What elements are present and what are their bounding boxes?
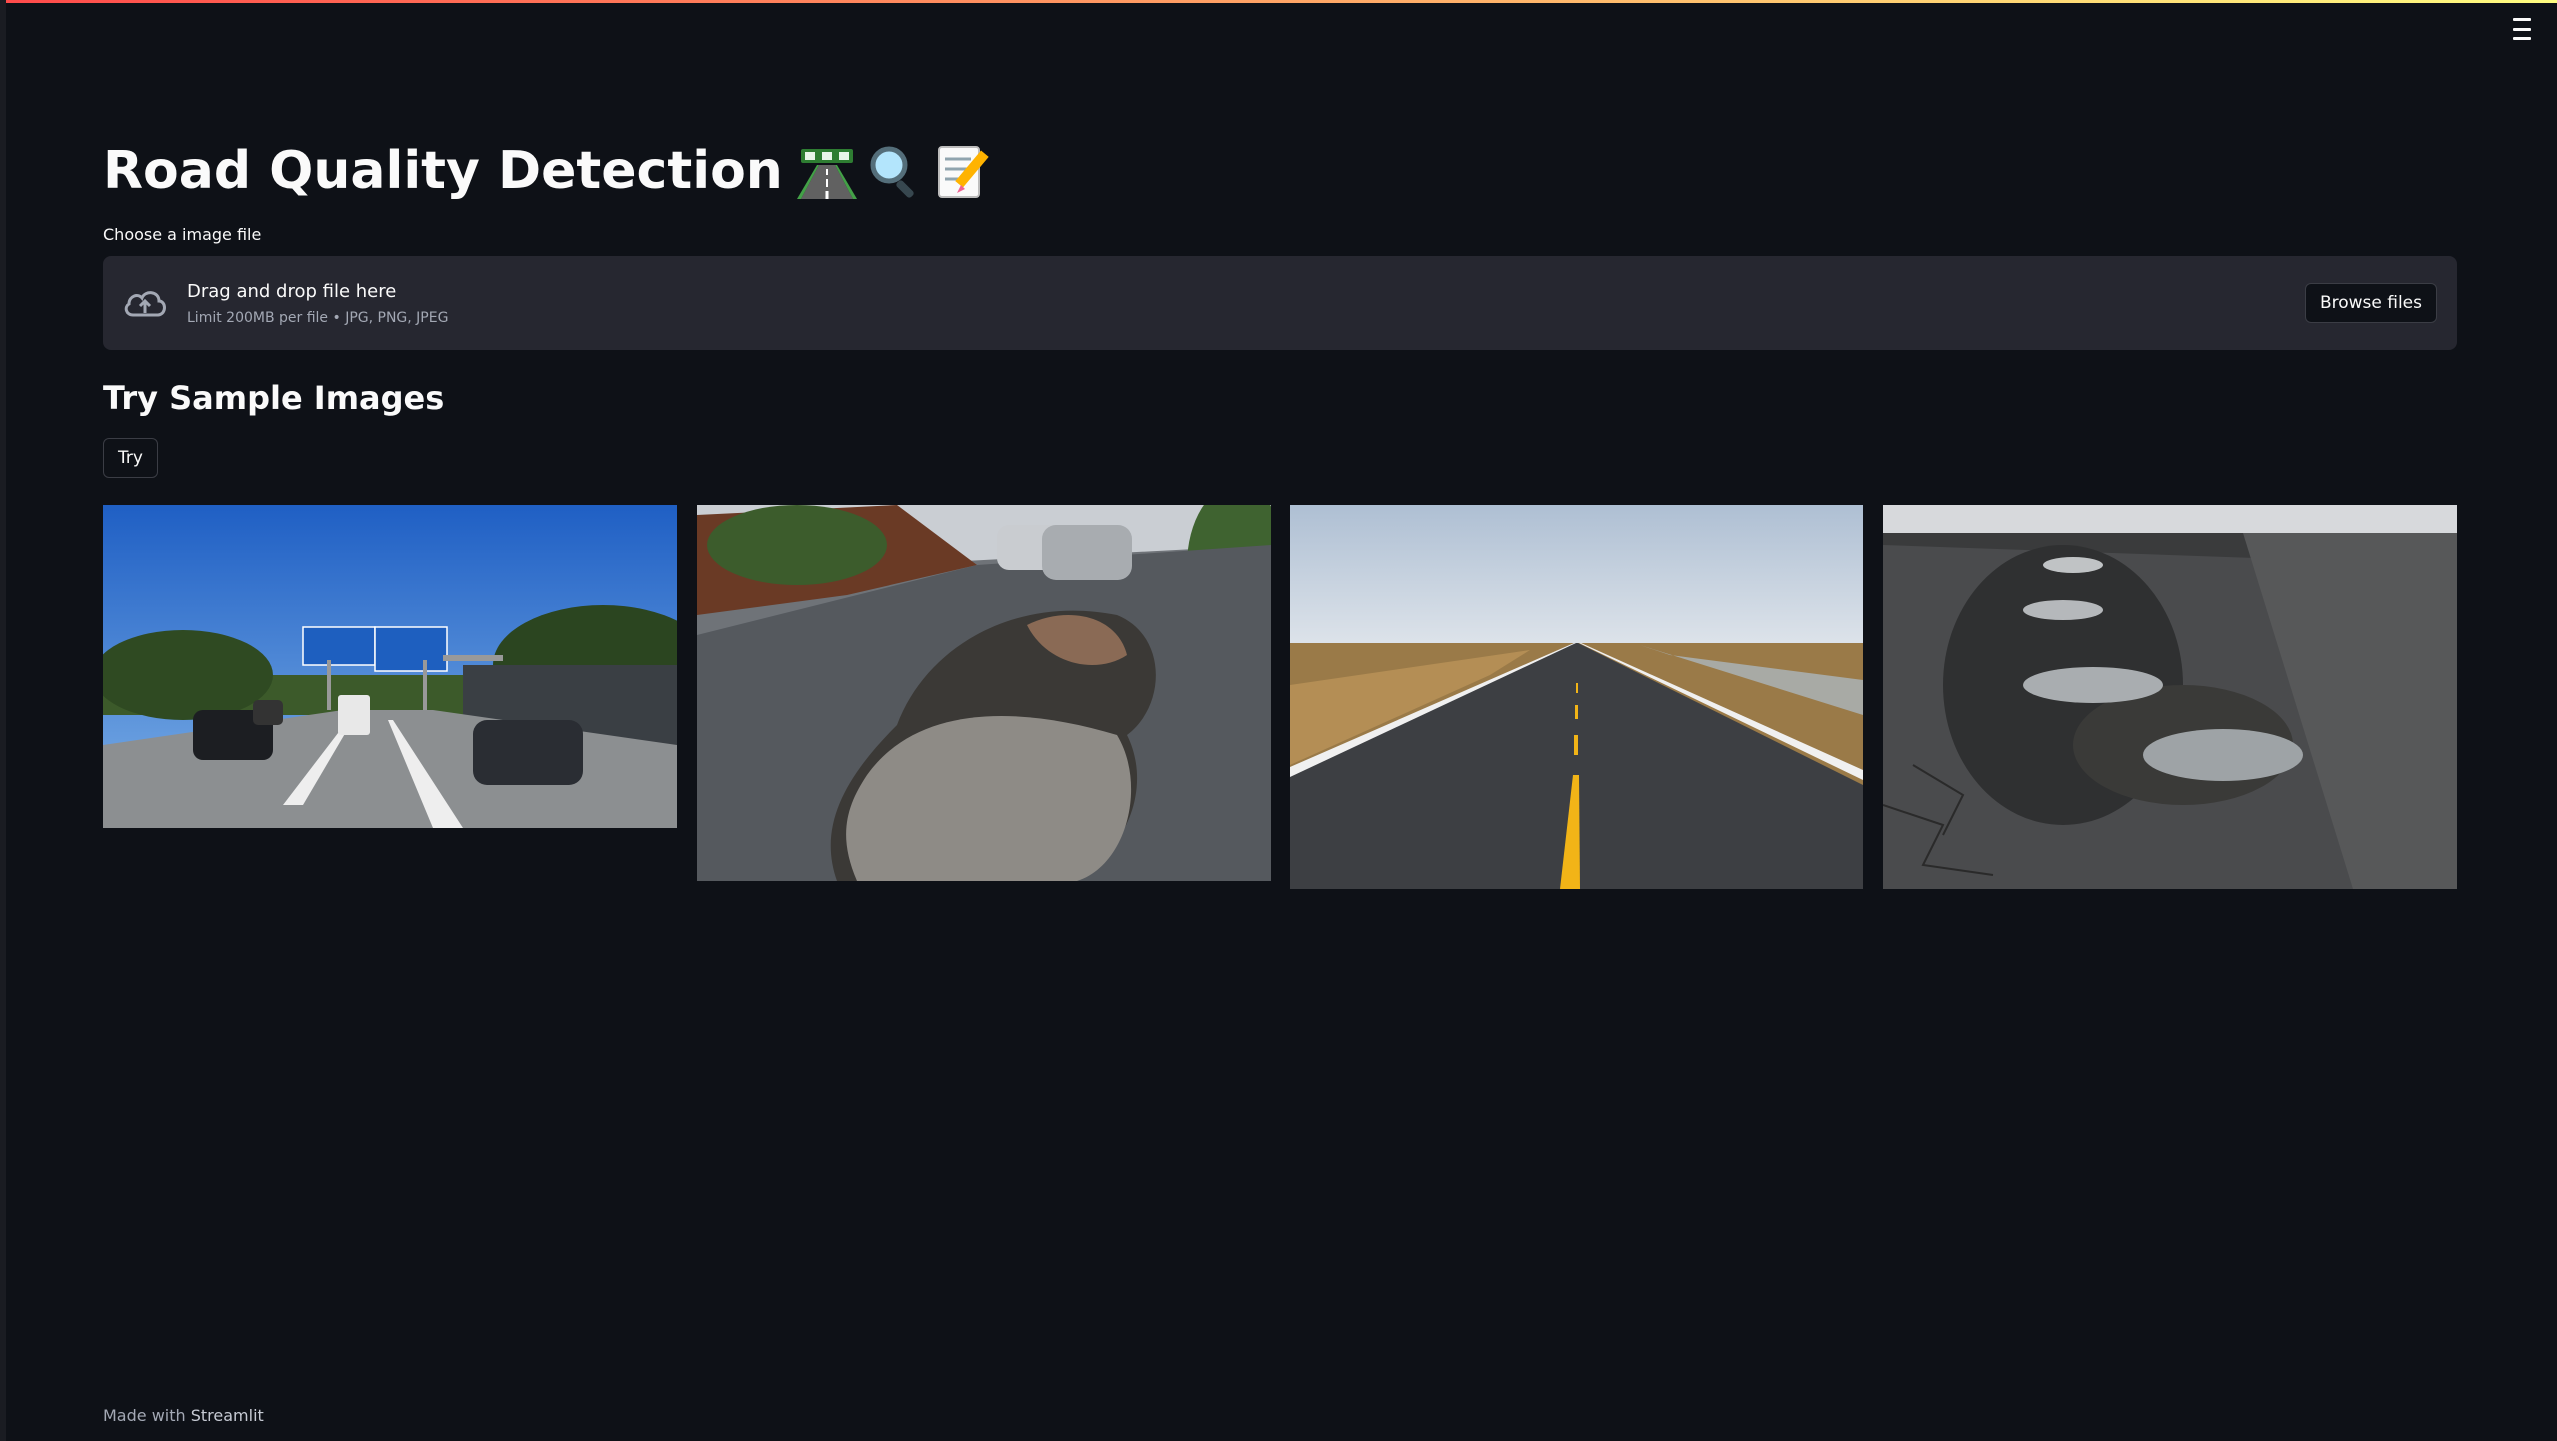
hamburger-icon [2513,18,2531,21]
title-emojis [796,141,993,201]
sample-image-wet-pothole[interactable] [697,505,1271,881]
dropzone-title: Drag and drop file here [187,280,397,302]
dropzone-limit: Limit 200MB per file • JPG, PNG, JPEG [187,309,449,326]
sample-images-heading: Try Sample Images [103,379,445,417]
sample-image-gallery [103,505,2457,905]
browse-files-button[interactable]: Browse files [2304,283,2437,323]
try-button[interactable]: Try [103,438,158,478]
header-decoration [0,0,2557,3]
footer-prefix: Made with [103,1406,186,1425]
road-emoji-icon [796,149,857,199]
cloud-upload-icon [124,291,166,317]
sample-image-open-road[interactable] [1290,505,1863,889]
page-title: Road Quality Detection [103,135,2457,207]
magnifier-emoji-icon [870,146,914,198]
file-uploader-label: Choose a image file [103,225,262,244]
sample-image-cracked-potholes[interactable] [1883,505,2457,889]
file-dropzone[interactable]: Drag and drop file here Limit 200MB per … [103,256,2457,350]
footer: Made with Streamlit [103,1406,264,1425]
sample-image-highway[interactable] [103,505,677,828]
main-menu-button[interactable] [2509,18,2535,40]
streamlit-link[interactable]: Streamlit [191,1406,264,1425]
dropzone-instructions: Drag and drop file here Limit 200MB per … [187,281,448,326]
page-title-text: Road Quality Detection [103,141,783,201]
memo-emoji-icon [937,146,989,198]
main-content: Road Quality Detection Choose a image fi… [103,135,2457,889]
sidebar-edge [0,0,6,1441]
